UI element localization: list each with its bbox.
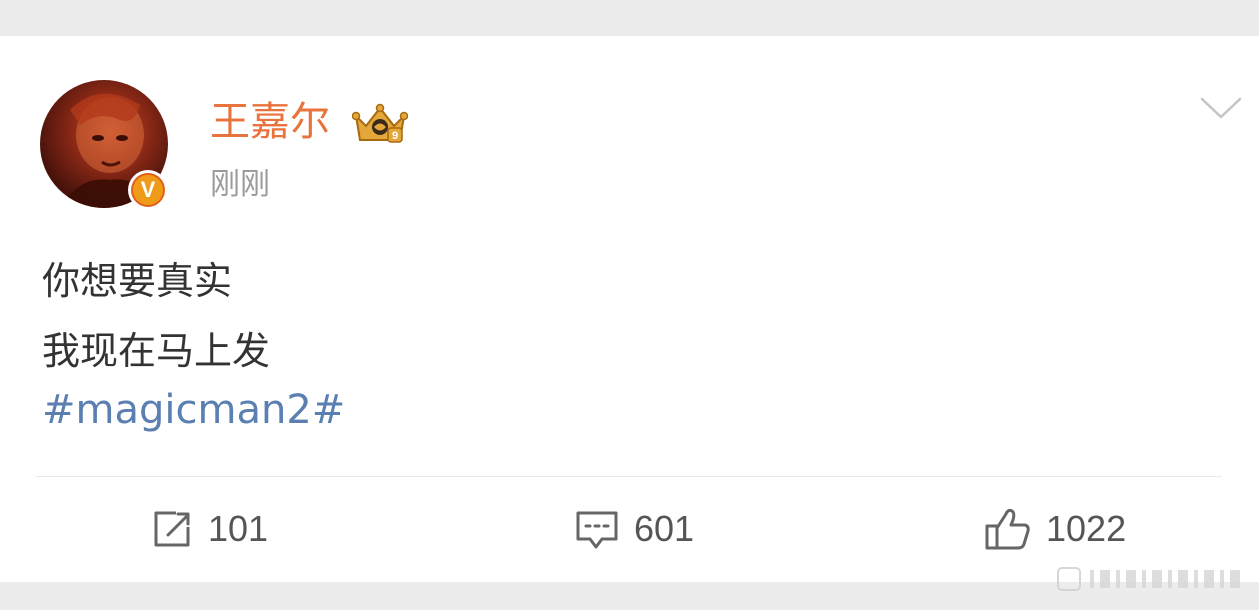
author-name[interactable]: 王嘉尔 (210, 98, 330, 146)
watermark-logo (1057, 567, 1240, 591)
like-button[interactable]: 1022 (984, 502, 1126, 556)
repost-icon (154, 511, 190, 547)
crown-icon[interactable]: 9 (352, 102, 408, 146)
hashtag-link[interactable]: #magicman2# (42, 384, 345, 436)
post-timestamp: 刚刚 (210, 167, 270, 202)
post-content-line: 我现在马上发 (42, 329, 271, 373)
comment-icon (576, 511, 618, 549)
chevron-down-icon[interactable] (1200, 96, 1242, 120)
thumbs-up-icon (985, 508, 1030, 550)
top-spacer (0, 0, 1259, 36)
post-content: 你想要真实 我现在马上发 (42, 246, 1142, 386)
comment-button[interactable]: 601 (574, 502, 694, 556)
post-content-line: 你想要真实 (42, 259, 233, 303)
svg-text:9: 9 (392, 130, 398, 142)
repost-button[interactable]: 101 (150, 502, 268, 556)
repost-count: 101 (208, 508, 269, 549)
action-divider (36, 476, 1222, 477)
like-count: 1022 (1046, 508, 1127, 549)
comment-count: 601 (634, 508, 695, 549)
verified-badge-icon: V (128, 170, 168, 210)
